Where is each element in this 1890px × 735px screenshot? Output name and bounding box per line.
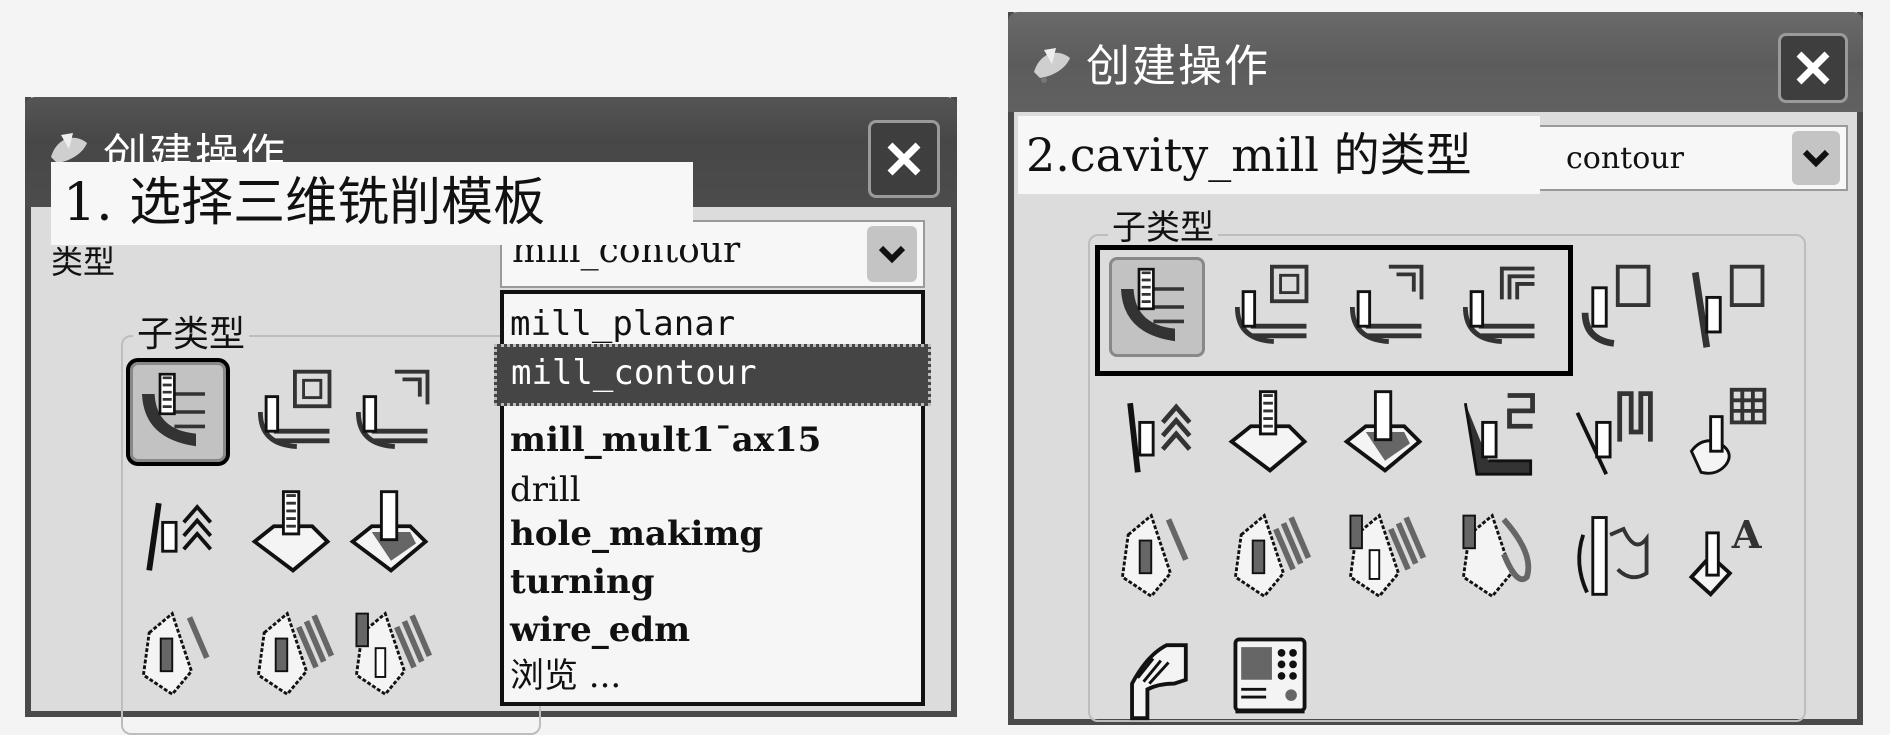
plunge-milling-icon[interactable] xyxy=(245,362,341,462)
dropdown-toggle-button[interactable] xyxy=(867,226,917,282)
flowcut-ref-tool-icon[interactable] xyxy=(343,602,439,702)
left-create-operation-dialog: 创建操作 类型 mill_contour 1. 选择三维铣削模板 子类型 mil… xyxy=(25,97,957,735)
corner-rough-icon[interactable] xyxy=(1337,257,1433,357)
contour-surface-area-icon[interactable] xyxy=(1450,382,1546,482)
right-title-bar[interactable]: 创建操作 xyxy=(1008,12,1863,112)
type-dropdown[interactable]: contour xyxy=(1534,125,1848,191)
streamline-icon[interactable] xyxy=(1564,382,1660,482)
dropdown-option[interactable]: mill_planar xyxy=(504,304,921,344)
step2-annotation: 2.cavity_mill 的类型 xyxy=(1018,116,1540,194)
dropdown-option[interactable]: drill xyxy=(504,470,921,510)
dropdown-toggle-button[interactable] xyxy=(1792,131,1840,185)
subtype-label: 子类型 xyxy=(1108,200,1218,249)
fixed-contour-icon[interactable] xyxy=(1222,382,1318,482)
zlevel-corner-icon[interactable] xyxy=(1678,257,1774,357)
flowcut-single-icon[interactable] xyxy=(130,602,226,702)
chevron-down-icon xyxy=(878,245,906,264)
rest-milling-icon[interactable] xyxy=(1450,257,1546,357)
contour-text-icon[interactable]: A xyxy=(1678,504,1774,604)
dropdown-option[interactable]: hole_makimg xyxy=(504,514,921,554)
dropdown-option[interactable]: wire_edm xyxy=(504,610,921,650)
close-icon xyxy=(1796,51,1830,85)
contour-area-icon[interactable] xyxy=(1337,382,1433,482)
step1-annotation: 1. 选择三维铣削模板 xyxy=(51,162,693,245)
right-create-operation-dialog: 创建操作 contour 2.cavity_mill 的类型 子类型 A xyxy=(1008,12,1863,725)
close-icon xyxy=(887,142,921,176)
contour-profile-icon[interactable] xyxy=(1564,504,1660,604)
zlevel-profile-icon[interactable] xyxy=(1564,257,1660,357)
fixed-contour-icon[interactable] xyxy=(245,482,341,582)
cavity-mill-icon[interactable] xyxy=(1109,257,1205,357)
close-button[interactable] xyxy=(1778,33,1848,103)
type-dropdown-value: contour xyxy=(1566,141,1684,176)
corner-rough-icon[interactable] xyxy=(343,362,439,462)
flowcut-single-icon[interactable] xyxy=(1109,504,1205,604)
flowcut-multiple-icon[interactable] xyxy=(245,602,341,702)
contour-zigzag-icon[interactable] xyxy=(1678,382,1774,482)
svg-text:A: A xyxy=(1731,513,1763,558)
dropdown-option[interactable]: mill_contour xyxy=(494,344,931,406)
plunge-milling-icon[interactable] xyxy=(1222,257,1318,357)
chevron-down-icon xyxy=(1802,149,1830,168)
type-dropdown-list[interactable]: mill_planar mill_contour mill_mult1¯ax15dr… xyxy=(494,290,931,706)
zlevel-profile-icon[interactable] xyxy=(130,482,226,582)
dropdown-option[interactable]: mill_mult1¯ax15 xyxy=(504,420,921,460)
flowcut-ref-tool-icon[interactable] xyxy=(1337,504,1433,604)
cavity-mill-icon[interactable] xyxy=(126,358,230,466)
dropdown-option[interactable]: 浏览 ... xyxy=(504,648,921,697)
mill-control-icon[interactable] xyxy=(1222,624,1318,724)
flowcut-smooth-icon[interactable] xyxy=(1450,504,1546,604)
mill-user-icon[interactable] xyxy=(1109,624,1205,724)
zlevel-steep-icon[interactable] xyxy=(1109,382,1205,482)
contour-area-icon[interactable] xyxy=(343,482,439,582)
dialog-title: 创建操作 xyxy=(1086,41,1270,92)
subtype-label: 子类型 xyxy=(133,305,250,357)
flowcut-multiple-icon[interactable] xyxy=(1222,504,1318,604)
app-logo-icon xyxy=(1030,42,1076,88)
dropdown-option[interactable]: turning xyxy=(504,562,921,602)
close-button[interactable] xyxy=(868,120,940,198)
